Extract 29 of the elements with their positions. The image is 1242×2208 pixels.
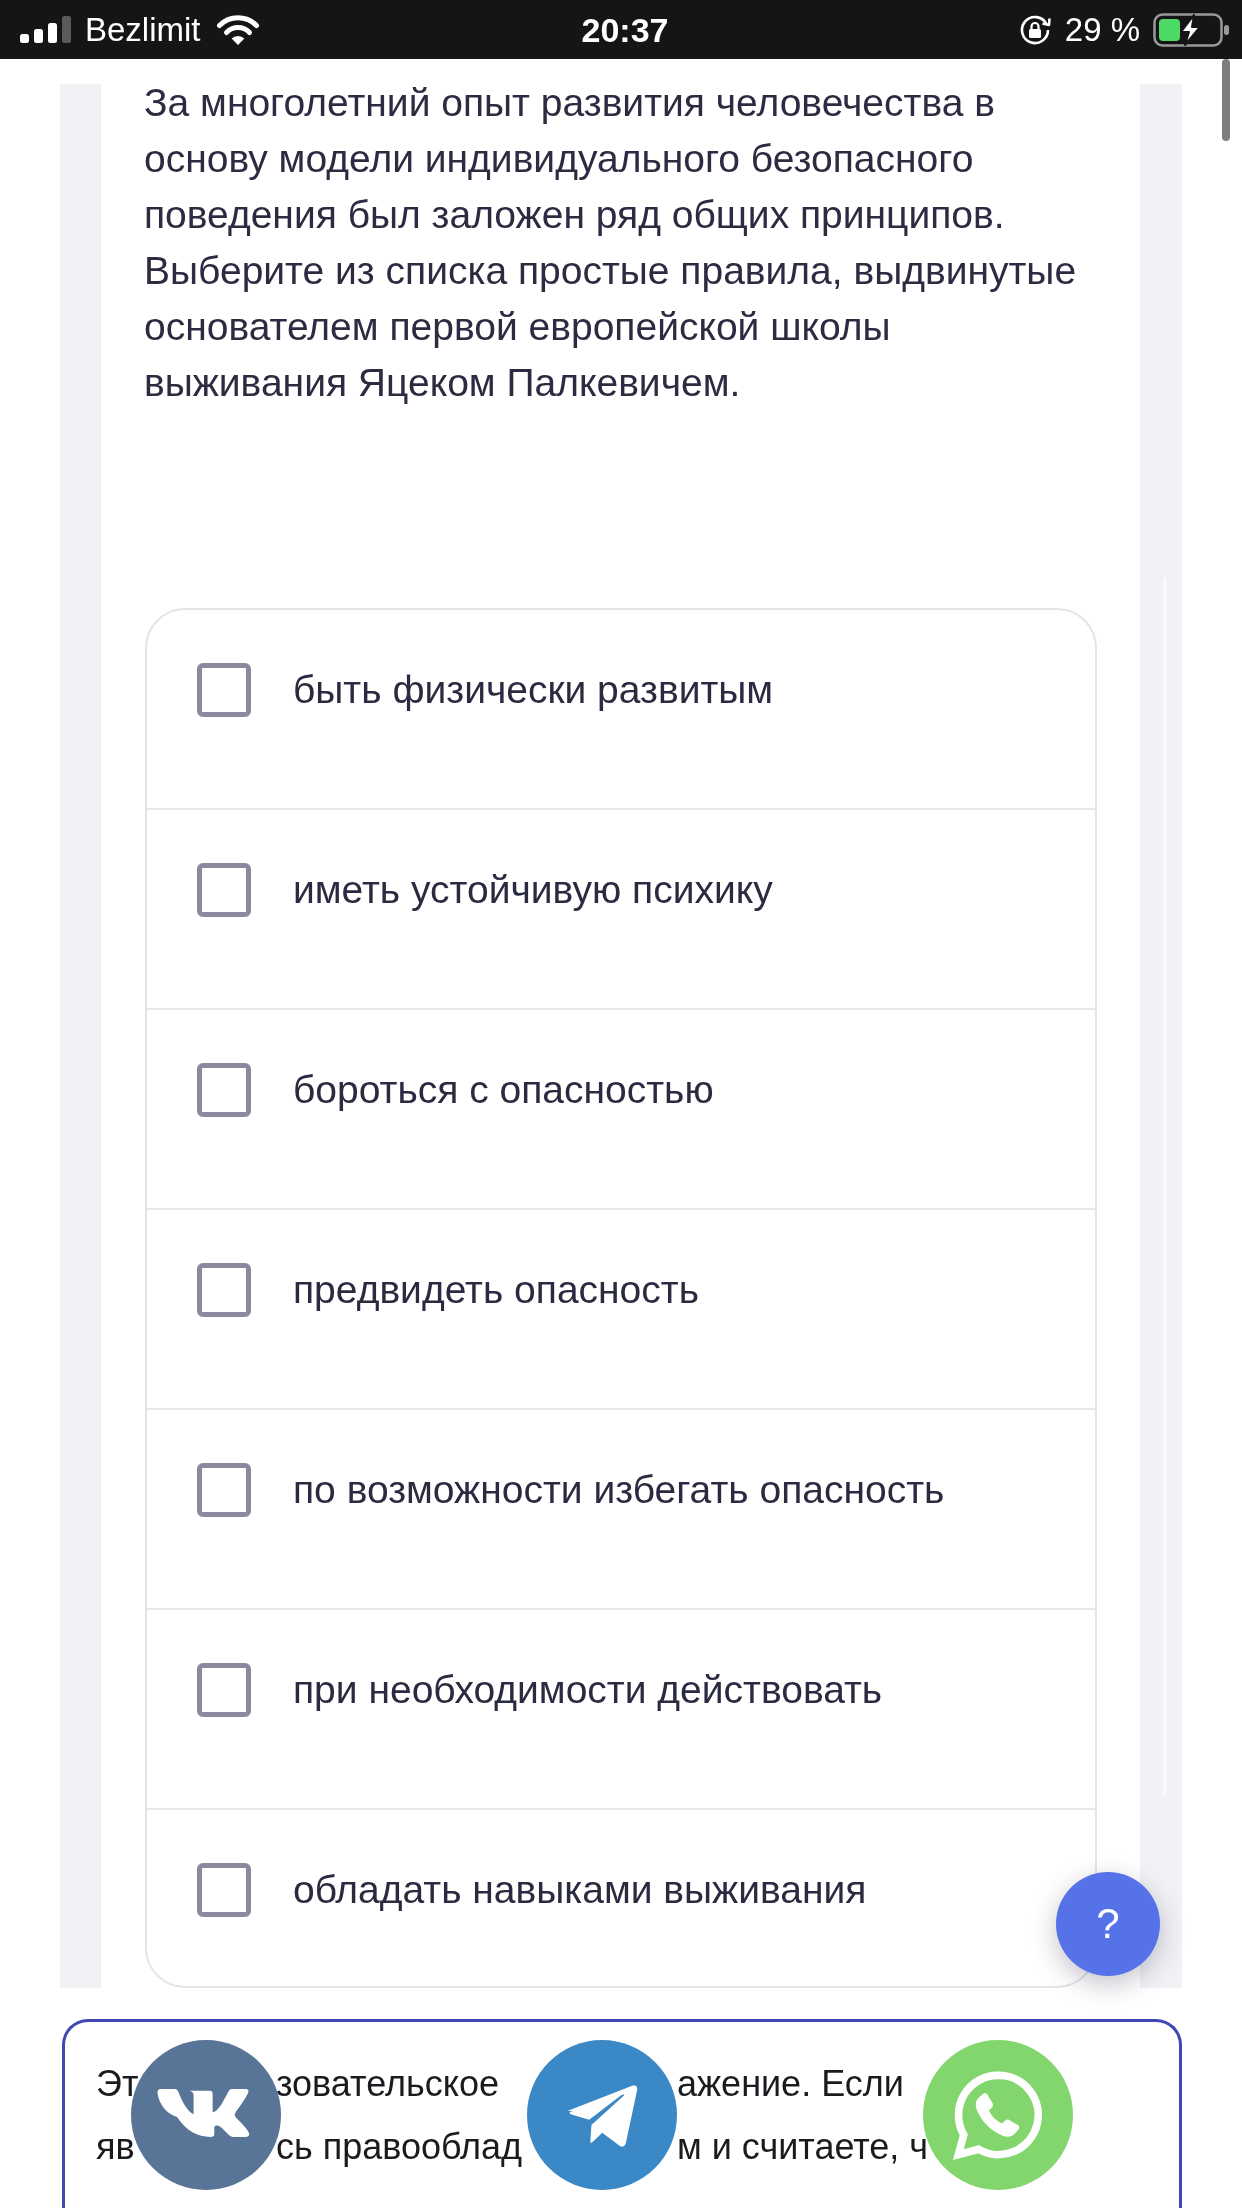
battery-icon <box>1153 12 1230 47</box>
clock-time: 20:37 <box>581 9 669 50</box>
wifi-icon <box>214 13 261 46</box>
checkbox[interactable] <box>197 1063 251 1117</box>
battery-percent: 29 % <box>1064 9 1140 50</box>
notice-text: Эт <box>96 2062 139 2106</box>
notice-text: м и считаете, ч <box>677 2125 929 2169</box>
checkbox[interactable] <box>197 1263 251 1317</box>
option-label: обладать навыками выживания <box>293 1867 867 1913</box>
checkbox[interactable] <box>197 663 251 717</box>
rotation-lock-icon <box>1018 13 1052 46</box>
option-label: предвидеть опасность <box>293 1267 699 1313</box>
notice-text: зовательское <box>276 2062 499 2106</box>
question-text: За многолетний опыт развития человечества в основу модели индивидуального безопасного поведения был заложен ряд общих принципов. Выберите из списка простые правила, выдвинутые основателем первой европейской школы выживания Яцеком Палкевичем. <box>144 80 1078 406</box>
checkbox[interactable] <box>197 1463 251 1517</box>
checkbox[interactable] <box>197 1863 251 1917</box>
notice-text: ажение. Если <box>677 2062 904 2106</box>
option-label: быть физически развитым <box>293 667 774 713</box>
option-label: по возможности избегать опасность <box>293 1467 945 1513</box>
phone-bubble-icon <box>953 2070 1043 2160</box>
checkbox[interactable] <box>197 863 251 917</box>
option-label: при необходимости действовать <box>293 1667 883 1713</box>
checkbox[interactable] <box>197 1663 251 1717</box>
option-label: иметь устойчивую психику <box>293 867 773 913</box>
carrier-name: Bezlimit <box>85 9 201 50</box>
notice-text: сь правооблад <box>276 2125 523 2169</box>
notice-text: яв <box>96 2125 135 2169</box>
signal-icon <box>20 16 71 43</box>
option-label: бороться с опасностью <box>293 1067 714 1113</box>
